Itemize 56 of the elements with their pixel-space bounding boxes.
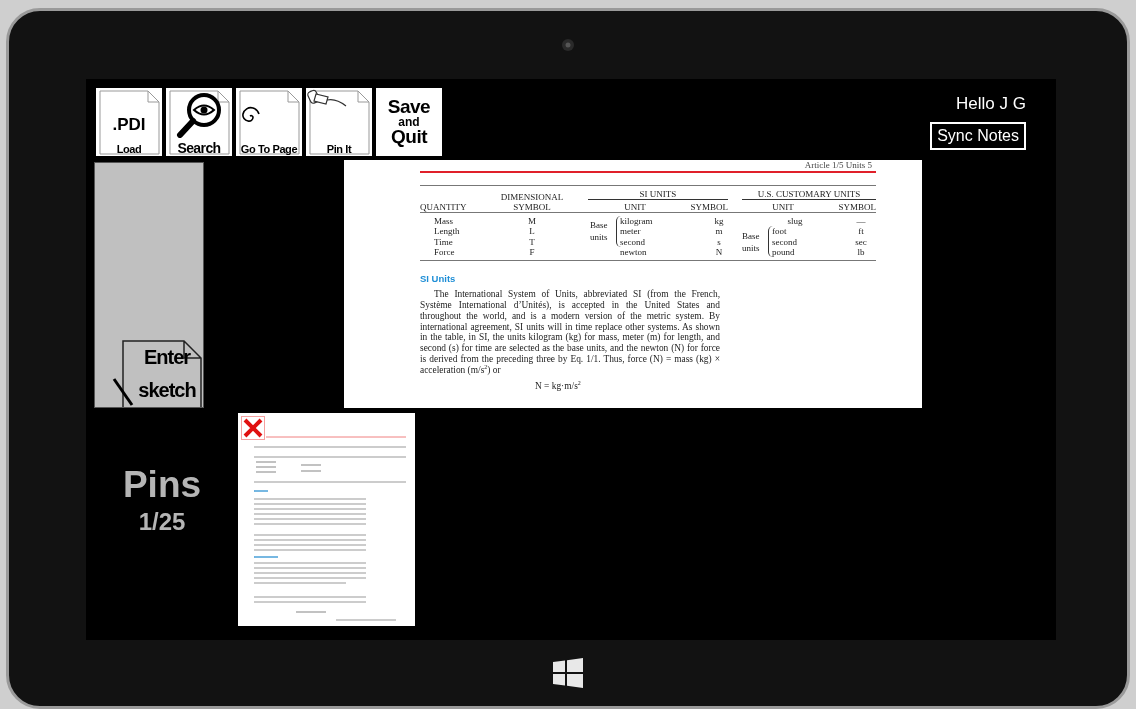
enter-sketch-button[interactable]: Enter sketch — [112, 340, 202, 407]
column-header: UNIT — [623, 202, 647, 212]
pdi-label: .PDI — [112, 115, 146, 135]
group-header: U.S. CUSTOMARY UNITS — [742, 189, 876, 200]
pins-title: Pins — [122, 463, 202, 507]
group-header: SI UNITS — [588, 189, 728, 200]
sync-notes-button[interactable]: Sync Notes — [930, 122, 1026, 150]
pencil-icon — [112, 377, 134, 407]
pinned-page-thumbnail[interactable] — [238, 413, 415, 626]
close-icon[interactable] — [241, 416, 265, 440]
table-cell: kilogram — [616, 216, 690, 227]
table-cell-text: s — [716, 236, 722, 247]
table-cell-text: Mass — [433, 216, 454, 227]
goto-button[interactable]: Go To Page — [236, 88, 302, 156]
table-cell: meter — [616, 226, 690, 237]
pin-count: 1/25 — [138, 507, 186, 537]
table-cell: second — [616, 236, 690, 247]
load-label: Load — [116, 143, 142, 156]
table-cell-text: M — [527, 216, 537, 227]
body-paragraph: The International System of Units, abbreviated SI (from the French, Système International d’Unités), is accepted in the United States and throughout the world, and is a modern version of the metric system. By international agreement, SI units will in time replace other systems. As shown in the table, in SI, the units kilogram (kg) for mass, meter (m) for length, and second (s) for time are selected as the base units, and the newton (N) for force is derived from the preceding three by Eq. 1/1. Thus, force (N) = mass (kg) × acceleration (m/s$^{2}$) or — [420, 289, 720, 376]
table-cell-text: — — [855, 216, 867, 227]
table-cell-text: Length — [433, 226, 461, 237]
running-head: Article 1/5 Units 5 — [804, 161, 872, 170]
table-cell-text: L — [528, 226, 536, 237]
table-cell-text: N — [714, 246, 724, 258]
column-header: SYMBOL — [690, 202, 728, 212]
base-units-label: Base units — [590, 219, 609, 244]
section-heading: SI Units — [420, 273, 457, 285]
greeting: Hello J G — [956, 94, 1026, 114]
search-icon — [176, 91, 222, 138]
search-button[interactable]: Search — [166, 88, 232, 156]
table-cell-text: F — [528, 246, 536, 258]
load-button[interactable]: .PDI Load — [96, 88, 162, 156]
pin-button[interactable]: Pin It — [306, 88, 372, 156]
equation: N = kg·m/s$^{2}$ — [535, 380, 582, 391]
table-cell-text: slug — [786, 216, 804, 227]
column-header: UNIT — [771, 202, 795, 212]
table-cell-text: kg — [713, 216, 725, 227]
column-header: DIMENSIONAL SYMBOL — [499, 192, 565, 212]
table-cell-text: sec — [854, 236, 868, 247]
column-header: SYMBOL — [838, 202, 876, 212]
table-cell-text: ft — [857, 226, 865, 237]
table-cell-text: m — [714, 226, 724, 237]
table-cell-text: newton — [619, 246, 648, 258]
save-button[interactable]: Save and Quit — [376, 88, 442, 156]
windows-logo-icon[interactable] — [553, 658, 583, 688]
table-cell: pound — [768, 246, 838, 258]
table-cell-text: Time — [433, 236, 454, 247]
table-cell: foot — [768, 226, 838, 237]
camera-icon — [561, 38, 575, 52]
table-cell-text: Force — [433, 246, 456, 258]
table-cell-text: T — [528, 236, 536, 247]
base-units-label: Base units — [742, 229, 761, 254]
table-cell-text: lb — [856, 246, 866, 258]
column-header: QUANTITY — [420, 202, 468, 212]
table-cell: second — [768, 236, 838, 247]
